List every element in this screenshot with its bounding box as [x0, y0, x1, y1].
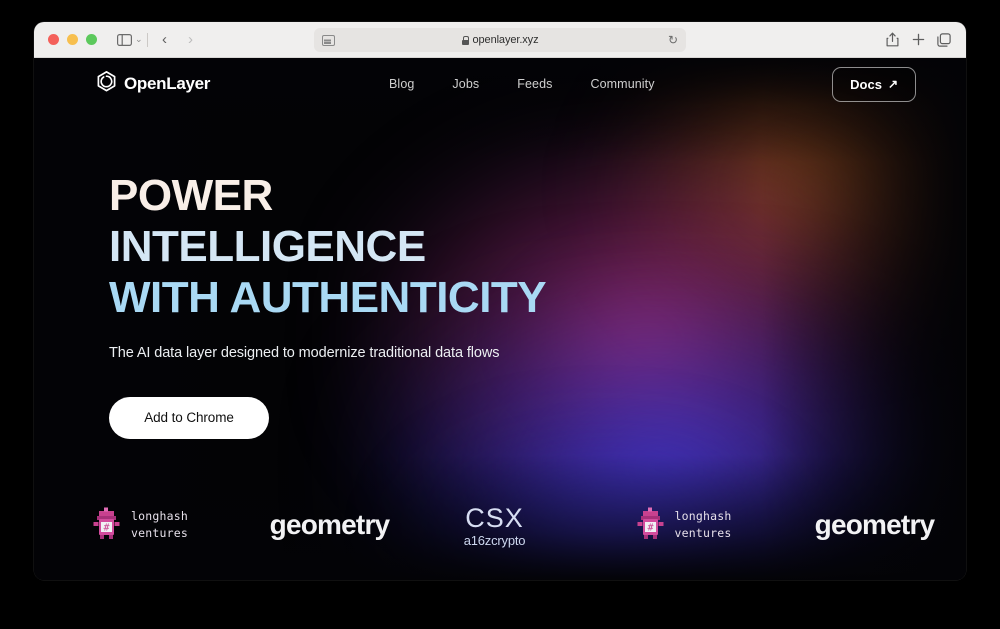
nav-link-blog[interactable]: Blog	[389, 77, 414, 91]
hero-subtitle: The AI data layer designed to modernize …	[109, 345, 500, 362]
brand-logo-link[interactable]: OpenLayer	[97, 71, 210, 97]
openlayer-hexagon-logo-icon	[97, 71, 116, 97]
back-button[interactable]: ‹	[152, 28, 178, 52]
longhash-line-2: ventures	[674, 526, 732, 540]
longhash-logo-repeat: # longhash ventures	[636, 506, 732, 545]
longhash-logo-text: longhash ventures	[131, 508, 188, 541]
logo-item-geometry-2: geometry	[791, 509, 958, 541]
address-bar[interactable]: openlayer.xyz ↻	[314, 28, 686, 52]
lock-icon	[461, 35, 469, 45]
browser-toolbar: ⌄ ‹ › openlayer.xyz ↻	[34, 22, 966, 58]
reload-icon[interactable]: ↻	[668, 34, 678, 46]
longhash-line-2: ventures	[131, 526, 188, 540]
maximize-window-button[interactable]	[86, 34, 97, 45]
longhash-line-1: longhash	[674, 509, 732, 524]
longhash-line-1: longhash	[131, 509, 188, 524]
forward-button[interactable]: ›	[178, 28, 204, 52]
sidebar-icon[interactable]	[111, 28, 137, 52]
headline-line-2: INTELLIGENCE	[109, 222, 426, 272]
logo-item-geometry-1: geometry	[246, 509, 413, 541]
external-link-arrow-icon: ↗	[887, 77, 898, 91]
add-to-chrome-button[interactable]: Add to Chrome	[109, 396, 269, 439]
url-text: openlayer.xyz	[472, 34, 539, 46]
geometry-logo-text: geometry	[814, 509, 935, 540]
web-page-content: OpenLayer Blog Jobs Feeds Community Docs…	[34, 58, 966, 580]
csx-logo-text: CSX	[465, 502, 524, 533]
site-header: OpenLayer Blog Jobs Feeds Community Docs…	[34, 58, 966, 110]
window-traffic-lights	[48, 34, 97, 45]
geometry-logo-text: geometry	[269, 509, 390, 540]
partner-logo-carousel: # longhash ventures geometry CSX a16zcry…	[34, 490, 966, 560]
new-tab-icon[interactable]	[906, 28, 930, 52]
hero-section: POWER INTELLIGENCE WITH AUTHENTICITY The…	[109, 170, 547, 439]
csx-logo-subtext: a16zcrypto	[463, 532, 526, 548]
logo-item-longhash-2: # longhash ventures	[576, 506, 791, 545]
svg-text:#: #	[103, 522, 109, 533]
toolbar-right-actions	[880, 28, 956, 52]
nav-link-community[interactable]: Community	[590, 77, 654, 91]
toolbar-divider	[146, 32, 148, 47]
share-icon[interactable]	[880, 28, 904, 52]
headline-line-1: POWER	[109, 171, 273, 220]
logo-item-csx: CSX a16zcrypto	[413, 503, 576, 548]
sidebar-toggle-group: ⌄	[111, 28, 143, 52]
longhash-robot-icon: #	[92, 506, 122, 545]
close-window-button[interactable]	[48, 34, 59, 45]
forward-chevron-icon: ›	[188, 31, 194, 48]
docs-button[interactable]: Docs ↗	[832, 66, 916, 102]
url-text-group: openlayer.xyz	[461, 34, 539, 46]
docs-button-label: Docs	[850, 76, 882, 92]
nav-link-jobs[interactable]: Jobs	[452, 77, 479, 91]
longhash-logo-text: longhash ventures	[675, 508, 732, 541]
page-title: POWER INTELLIGENCE WITH AUTHENTICITY	[109, 170, 547, 323]
back-chevron-icon: ‹	[162, 31, 168, 48]
chevron-down-icon[interactable]: ⌄	[135, 34, 143, 45]
longhash-robot-icon: #	[636, 506, 666, 545]
brand-name: OpenLayer	[124, 74, 211, 93]
svg-text:#: #	[647, 522, 653, 533]
minimize-window-button[interactable]	[67, 34, 78, 45]
nav-link-feeds[interactable]: Feeds	[517, 77, 552, 91]
site-nav: Blog Jobs Feeds Community	[389, 77, 655, 91]
logo-item-longhash-1: # longhash ventures	[34, 506, 246, 545]
csx-logo: CSX a16zcrypto	[464, 503, 526, 548]
reader-view-icon[interactable]	[322, 34, 335, 46]
headline-line-3: WITH AUTHENTICITY	[109, 273, 547, 323]
tab-overview-icon[interactable]	[932, 28, 956, 52]
browser-window: ⌄ ‹ › openlayer.xyz ↻ OpenLayer Blog Job…	[34, 22, 966, 580]
longhash-logo: # longhash ventures	[92, 506, 188, 545]
